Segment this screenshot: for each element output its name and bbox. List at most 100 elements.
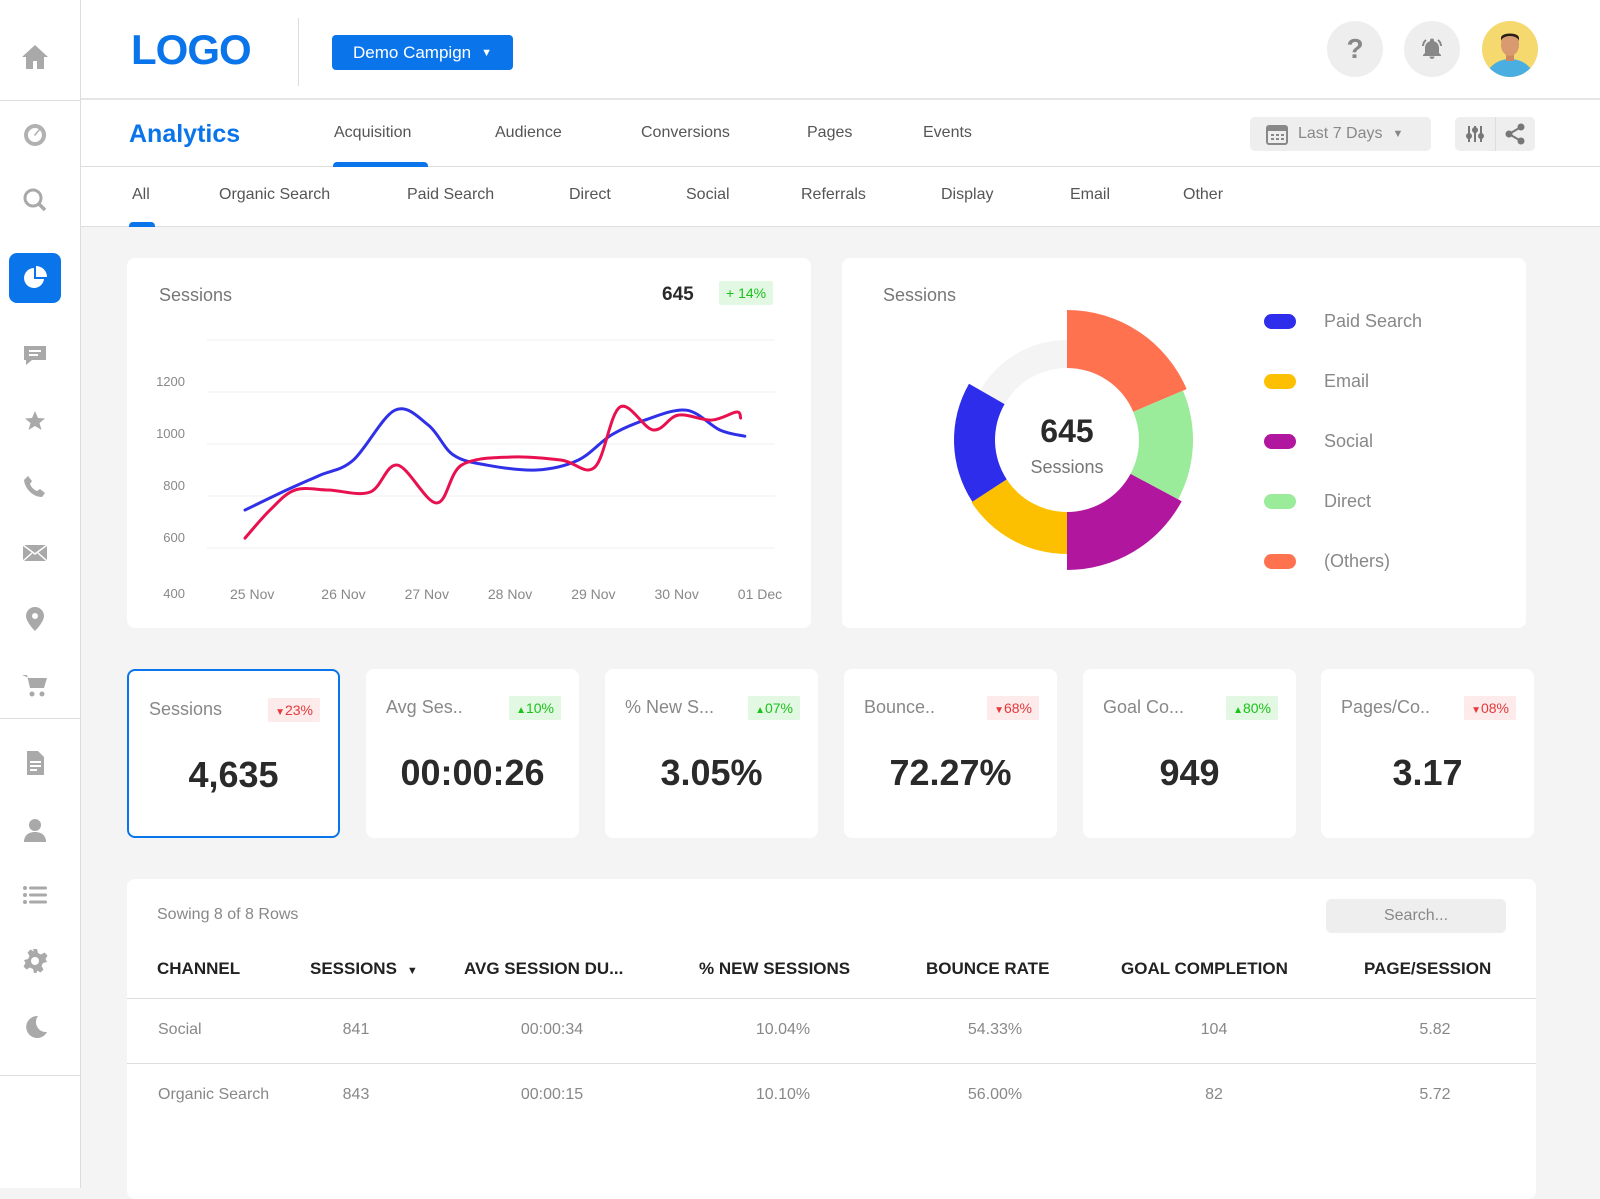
sidebar-item-settings-gear[interactable]: [9, 936, 61, 986]
calendar-icon: [1266, 125, 1288, 145]
triangle-down-icon: ▼: [994, 705, 1004, 716]
table-cell: Organic Search: [158, 1086, 270, 1103]
table-cell: 841: [342, 1021, 370, 1038]
list-icon: [23, 886, 47, 904]
subtab-display[interactable]: Display: [941, 186, 993, 204]
table-cell: 10.10%: [755, 1086, 811, 1103]
date-range-dropdown[interactable]: Last 7 Days ▼: [1250, 117, 1431, 151]
legend-item[interactable]: Email: [1264, 371, 1369, 392]
tab-acquisition[interactable]: Acquisition: [334, 124, 411, 142]
column-header-channel[interactable]: CHANNEL: [157, 959, 240, 979]
subtab-other[interactable]: Other: [1183, 186, 1223, 204]
x-tick-label: 27 Nov: [405, 586, 449, 602]
active-subtab-indicator: [129, 222, 155, 227]
caret-down-icon: ▼: [1392, 128, 1404, 140]
table-search-input[interactable]: [1326, 899, 1506, 933]
sidebar-item-location-pin[interactable]: [9, 594, 61, 644]
tab-events[interactable]: Events: [923, 124, 972, 142]
filter-button[interactable]: [1455, 117, 1496, 151]
subtab-organic-search[interactable]: Organic Search: [219, 186, 330, 204]
kpi-label: Bounce..: [864, 697, 936, 717]
kpi-card-5[interactable]: Goal Co... ▲80% 949: [1083, 669, 1296, 838]
sidebar-item-mail[interactable]: [9, 528, 61, 578]
column-header-goal-completion[interactable]: GOAL COMPLETION: [1121, 959, 1288, 979]
sidebar-item-phone[interactable]: [9, 462, 61, 512]
legend-swatch: [1264, 374, 1296, 389]
channel-table: Sowing 8 of 8 Rows CHANNEL SESSIONS ▼ AVG S…: [127, 879, 1536, 1199]
table-cell: Social: [158, 1021, 202, 1038]
triangle-down-icon: ▼: [1471, 705, 1481, 716]
sidebar-item-cart[interactable]: [9, 660, 61, 710]
table-cell: 843: [342, 1086, 370, 1103]
y-tick-label: 400: [163, 586, 185, 601]
column-header-bounce-rate[interactable]: BOUNCE RATE: [926, 959, 1049, 979]
subtab-email[interactable]: Email: [1070, 186, 1110, 204]
column-header--new-sessions[interactable]: % NEW SESSIONS: [699, 959, 850, 979]
sidebar-item-list[interactable]: [9, 870, 61, 920]
logo[interactable]: LOGO: [131, 26, 252, 74]
table-cell: 00:00:34: [520, 1021, 584, 1038]
question-icon: ?: [1346, 33, 1364, 64]
kpi-card-6[interactable]: Pages/Co.. ▼08% 3.17: [1321, 669, 1534, 838]
notifications-button[interactable]: [1404, 21, 1460, 77]
user-icon: [24, 819, 46, 842]
legend-item[interactable]: (Others): [1264, 551, 1390, 572]
table-row[interactable]: Organic Search 843 00:00:15 10.10% 56.00% 82 5…: [127, 1063, 1536, 1127]
table-cell: 104: [1200, 1021, 1228, 1038]
sidebar-item-home[interactable]: [9, 32, 61, 82]
column-header-label: PAGE/SESSION: [1364, 959, 1492, 978]
avatar[interactable]: [1482, 21, 1538, 77]
tab-pages[interactable]: Pages: [807, 124, 852, 142]
tab-audience[interactable]: Audience: [495, 124, 562, 142]
subtab-direct[interactable]: Direct: [569, 186, 611, 204]
search-icon: [23, 188, 47, 212]
kpi-card-1[interactable]: Sessions ▼23% 4,635: [127, 669, 340, 838]
legend-item[interactable]: Direct: [1264, 491, 1371, 512]
subtab-paid-search[interactable]: Paid Search: [407, 186, 494, 204]
sidebar-item-chat[interactable]: [9, 330, 61, 380]
table-cell: 10.04%: [755, 1021, 811, 1038]
kpi-card-4[interactable]: Bounce.. ▼68% 72.27%: [844, 669, 1057, 838]
legend-item[interactable]: Paid Search: [1264, 311, 1422, 332]
chat-icon: [24, 346, 46, 365]
legend-item[interactable]: Social: [1264, 431, 1373, 452]
kpi-card-2[interactable]: Avg Ses.. ▲10% 00:00:26: [366, 669, 579, 838]
kpi-card-3[interactable]: % New S... ▲07% 3.05%: [605, 669, 818, 838]
subtab-all[interactable]: All: [132, 186, 150, 204]
share-button[interactable]: [1496, 117, 1536, 151]
subtab-social[interactable]: Social: [686, 186, 730, 204]
sessions-donut-card: Sessions 645 Sessions Paid Search Email So…: [842, 258, 1526, 628]
sidebar-item-pie-chart[interactable]: [9, 253, 61, 303]
sidebar-item-moon[interactable]: [9, 1002, 61, 1052]
donut-center-value: 645: [1040, 413, 1094, 449]
sidebar-item-dashboard-gauge[interactable]: [9, 110, 61, 160]
subtab-referrals[interactable]: Referrals: [801, 186, 866, 204]
sliders-icon: [1465, 126, 1484, 142]
donut-center-label: Sessions: [1030, 457, 1104, 477]
table-row[interactable]: Social 841 00:00:34 10.04% 54.33% 104 5.82: [127, 998, 1536, 1062]
kpi-value: 00:00:26: [400, 752, 545, 793]
column-header-sessions[interactable]: SESSIONS ▼: [310, 959, 418, 979]
table-cell: 5.72: [1419, 1086, 1451, 1103]
tab-conversions[interactable]: Conversions: [641, 124, 730, 142]
legend-swatch: [1264, 434, 1296, 449]
sidebar-item-user[interactable]: [9, 805, 61, 855]
sort-desc-icon: ▼: [406, 965, 418, 977]
document-icon: [27, 751, 44, 775]
campaign-dropdown[interactable]: Demo Campign ▼: [332, 35, 513, 70]
triangle-up-icon: ▲: [1233, 705, 1243, 716]
kpi-label: Avg Ses..: [386, 697, 463, 717]
x-tick-label: 30 Nov: [655, 586, 699, 602]
legend-swatch: [1264, 314, 1296, 329]
help-button[interactable]: ?: [1327, 21, 1383, 77]
column-header-avg-session-du-[interactable]: AVG SESSION DU...: [464, 959, 623, 979]
sidebar-item-star[interactable]: [9, 396, 61, 446]
x-tick-label: 25 Nov: [230, 586, 274, 602]
legend-swatch: [1264, 494, 1296, 509]
column-header-page-session[interactable]: PAGE/SESSION: [1364, 959, 1491, 979]
sidebar-item-document[interactable]: [9, 738, 61, 788]
kpi-value: 3.17: [1392, 752, 1463, 793]
sidebar-item-search[interactable]: [9, 175, 61, 225]
x-tick-label: 01 Dec: [738, 586, 782, 602]
donut-slice-others[interactable]: [1067, 310, 1187, 412]
